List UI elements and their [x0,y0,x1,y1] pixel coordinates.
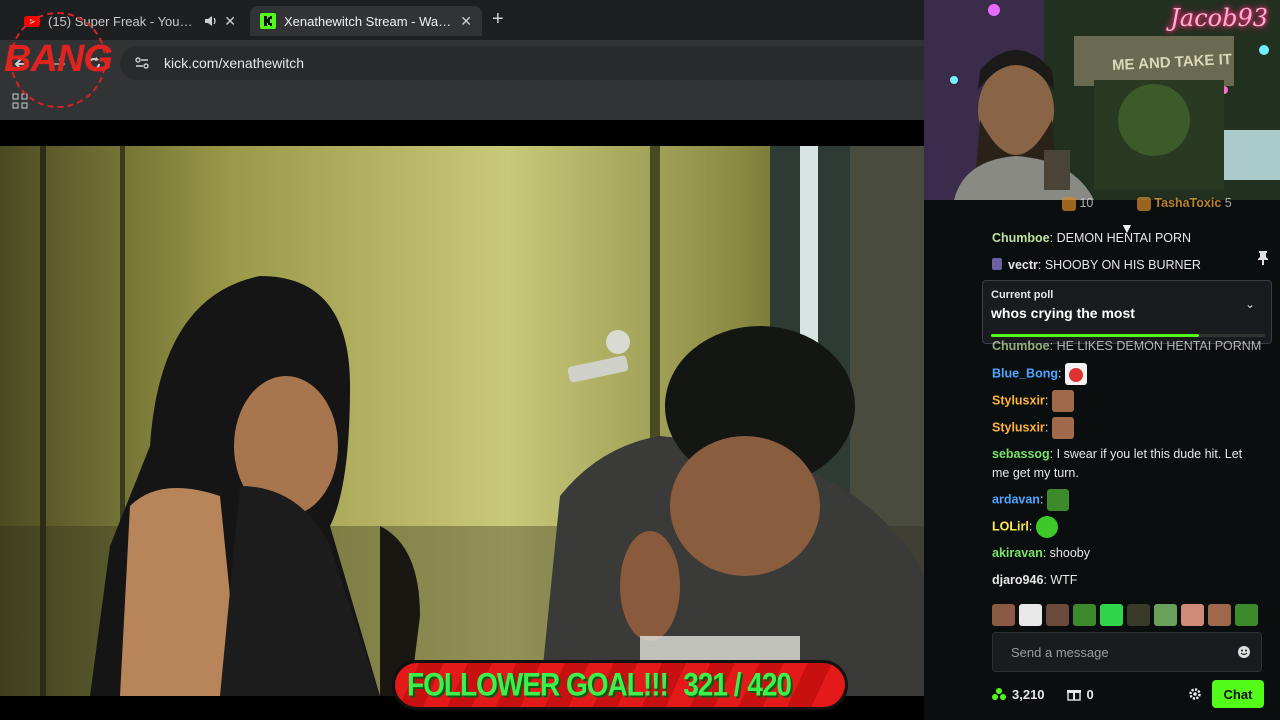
emote-icon[interactable] [992,604,1015,626]
recent-emotes-row [992,604,1264,628]
chat-message: Stylusxir: [992,417,1262,439]
goal-count: 321 / 420 [683,666,792,703]
chat-footer: 3,210 0 Chat [992,680,1264,708]
follower-goal-banner: FOLLOWER GOAL!!! 321 / 420 [392,660,848,710]
chat-message: vectr: SHOOBY ON HIS BURNER [992,256,1262,275]
emoji-icon[interactable] [1237,645,1251,659]
viewer-count: 3,210 [992,687,1045,702]
emote-icon[interactable] [1127,604,1150,626]
red-emote-icon [1064,363,1087,385]
chat-message: Blue_Bong: [992,363,1262,385]
viewer-count-value: 3,210 [1012,686,1045,702]
chat-message: LOLirl: [992,516,1262,538]
gift-count[interactable]: 0 [1066,686,1094,702]
browser-tab-bar: (15) Super Freak - YouTube ✕ Xenathewitc… [0,0,924,40]
chat-text: : shooby [1042,546,1090,560]
chat-username[interactable]: LOLirl [992,519,1029,533]
speaker-icon[interactable] [204,14,218,28]
webcam-overlay: Jacob93 ME AND TAKE IT [924,0,1280,200]
chat-input-box[interactable] [992,632,1262,672]
subscriber-badge-icon [992,258,1002,270]
close-tab-icon[interactable]: ✕ [460,13,472,30]
video-frame [0,146,924,696]
chat-username[interactable]: Chumboe [992,339,1050,353]
chat-username[interactable]: Stylusxir [992,393,1045,407]
chat-message-partial: 10 TashaToxic 5 [992,194,1262,213]
gift-icon [1136,196,1151,211]
emote-icon[interactable] [1154,604,1177,626]
address-bar[interactable]: kick.com/xenathewitch [120,46,924,80]
face-emote-icon [1051,390,1074,412]
video-letterbox-top [0,120,924,146]
bookmarks-bar [0,88,924,120]
partial-count: 5 [1224,196,1232,210]
tab-kick[interactable]: Xenathewitch Stream - Watch Live on Kick… [250,6,482,36]
close-tab-icon[interactable]: ✕ [224,13,236,30]
chat-text: : SHOOBY ON HIS BURNER [1037,258,1201,272]
chat-text: : [1044,420,1049,435]
emote-icon[interactable] [1235,604,1258,626]
green-emote-icon [1035,516,1058,538]
gear-icon[interactable] [1188,687,1202,701]
chat-username[interactable]: Blue_Bong [992,366,1058,380]
chevron-down-icon[interactable]: ⌄ [1245,297,1255,311]
pepe-emote-icon [1046,489,1069,511]
chat-username[interactable]: djaro946 [992,573,1043,587]
chat-username[interactable]: ardavan [992,492,1040,506]
chat-text: : [1028,519,1033,534]
chat-text: : [1057,366,1062,381]
bang-logo: BANG [2,10,114,110]
emote-icon[interactable] [1073,604,1096,626]
chat-message: Chumboe: HE LIKES DEMON HENTAI PORNM [992,337,1262,356]
gift-count-value: 0 [1086,686,1094,702]
emote-icon[interactable] [1046,604,1069,626]
chat-text: : DEMON HENTAI PORN [1049,231,1192,245]
chat-username[interactable]: Chumboe [992,231,1050,245]
url-text: kick.com/xenathewitch [164,55,305,71]
poll-label: Current poll [991,289,1054,301]
chat-text: : HE LIKES DEMON HENTAI PORNM [1049,339,1262,353]
streamer-name: Jacob93 [1170,4,1268,32]
chat-message: Chumboe: DEMON HENTAI PORN [992,229,1262,248]
layout-gutter [924,200,974,720]
chat-username[interactable]: TashaToxic [1154,196,1221,210]
logo-text: BANG [4,38,113,80]
chat-message: akiravan: shooby [992,544,1262,563]
chat-text: : WTF [1043,573,1078,587]
chat-message: Stylusxir: [992,390,1262,412]
chat-text: : [1039,492,1044,507]
tab-title: Xenathewitch Stream - Watch Live on Kick [284,13,455,29]
emote-icon[interactable] [1181,604,1204,626]
emote-icon[interactable] [1019,604,1042,626]
video-player[interactable] [0,146,924,696]
gift-icon [1066,690,1081,701]
chat-username[interactable]: sebassog [992,447,1050,461]
gift-icon [1062,196,1076,211]
new-tab-icon[interactable]: + [492,8,504,31]
partial-count: 10 [1079,196,1094,210]
current-poll[interactable]: Current poll whos crying the most ⌄ [982,280,1272,344]
chat-message: ardavan: [992,489,1262,511]
send-chat-button[interactable]: Chat [1212,680,1264,708]
chat-message: sebassog: I swear if you let this dude h… [992,445,1262,483]
emote-icon[interactable] [1100,604,1123,626]
face-emote-icon [1051,417,1074,439]
site-info-icon[interactable] [134,55,150,71]
chat-username[interactable]: vectr [1008,258,1038,272]
chat-message: djaro946: WTF [992,571,1262,590]
chat-username[interactable]: Stylusxir [992,420,1045,434]
kick-points-icon [992,688,1006,700]
goal-label: FOLLOWER GOAL!!! [407,666,669,703]
chat-username[interactable]: akiravan [992,546,1043,560]
poll-question: whos crying the most [991,305,1135,321]
kick-icon [260,13,276,29]
pin-icon[interactable] [1256,250,1270,266]
chat-panel: 10 TashaToxic 5 ▼ Chumboe: DEMON HENTAI … [974,196,1280,720]
emote-icon[interactable] [1208,604,1231,626]
chat-text: : [1044,393,1049,408]
chat-message-input[interactable] [1011,644,1237,660]
